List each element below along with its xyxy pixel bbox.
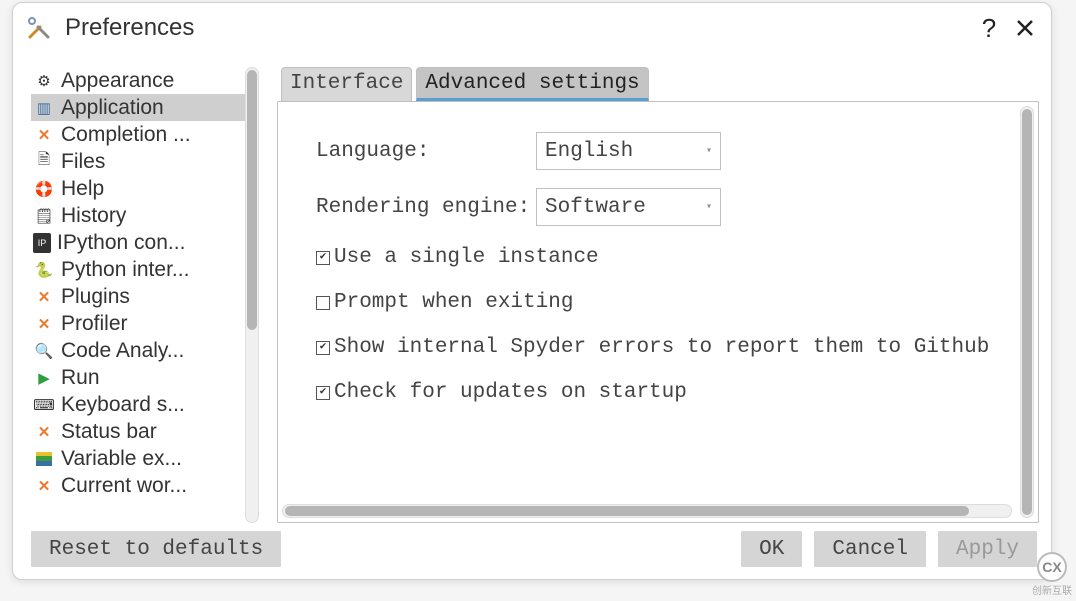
settings-panel: Language: English ▾ Rendering engine: So… <box>278 102 1016 522</box>
x-orange-icon: ✕ <box>33 422 55 442</box>
sidebar-item-profiler[interactable]: ✕ Profiler <box>31 310 245 337</box>
python-icon: 🐍 <box>33 260 55 280</box>
sidebar-item-label: Application <box>61 96 164 120</box>
chevron-down-icon: ▾ <box>706 145 712 157</box>
panel-hscrollbar[interactable] <box>282 504 1012 518</box>
sidebar-item-label: History <box>61 204 126 228</box>
sidebar-item-label: Appearance <box>61 69 174 93</box>
sidebar-item-status-bar[interactable]: ✕ Status bar <box>31 418 245 445</box>
cancel-button[interactable]: Cancel <box>814 531 926 567</box>
tabs: InterfaceAdvanced settings <box>277 67 1039 101</box>
scrollbar-thumb[interactable] <box>285 506 969 516</box>
file-icon: 🗎 <box>33 152 55 172</box>
search-icon: 🔍 <box>33 341 55 361</box>
ipython-icon: IP <box>33 233 51 253</box>
sidebar-item-ipython-con[interactable]: IP IPython con... <box>31 229 245 256</box>
rendering-label: Rendering engine: <box>316 196 536 219</box>
show-errors-label: Show internal Spyder errors to report th… <box>334 336 989 359</box>
keyboard-icon: ⌨ <box>33 395 55 415</box>
sidebar-item-run[interactable]: ▶ Run <box>31 364 245 391</box>
watermark: CX 创新互联 <box>1032 552 1072 597</box>
sidebar-item-completion[interactable]: ✕ Completion ... <box>31 121 245 148</box>
sidebar-item-variable-ex[interactable]: Variable ex... <box>31 445 245 472</box>
check-updates-checkbox[interactable] <box>316 386 330 400</box>
sidebar-item-label: Run <box>61 366 100 390</box>
tab-interface[interactable]: Interface <box>281 67 412 101</box>
sidebar-item-label: Files <box>61 150 105 174</box>
dialog-title: Preferences <box>65 14 971 42</box>
rendering-value: Software <box>545 196 646 219</box>
help-button[interactable]: ? <box>971 10 1007 46</box>
prompt-exit-label: Prompt when exiting <box>334 291 573 314</box>
ok-button[interactable]: OK <box>741 531 802 567</box>
single-instance-checkbox[interactable] <box>316 251 330 265</box>
watermark-logo-icon: CX <box>1037 552 1067 582</box>
app-icon: ▥ <box>33 98 55 118</box>
sidebar-item-history[interactable]: 🗒 History <box>31 202 245 229</box>
x-orange-icon: ✕ <box>33 476 55 496</box>
scrollbar-thumb[interactable] <box>247 70 257 330</box>
sidebar-item-python-inter[interactable]: 🐍 Python inter... <box>31 256 245 283</box>
watermark-text: 创新互联 <box>1032 582 1072 597</box>
category-sidebar: ⚙ Appearance ▥ Application ✕ Completion ... 🗎 F… <box>31 67 245 523</box>
help-icon: 🛟 <box>33 179 55 199</box>
check-updates-label: Check for updates on startup <box>334 381 687 404</box>
sidebar-item-current-wor[interactable]: ✕ Current wor... <box>31 472 245 499</box>
history-icon: 🗒 <box>33 206 55 226</box>
sidebar-item-label: IPython con... <box>57 231 185 255</box>
sidebar-item-label: Help <box>61 177 104 201</box>
sidebar-item-label: Current wor... <box>61 474 187 498</box>
sidebar-item-plugins[interactable]: ✕ Plugins <box>31 283 245 310</box>
show-errors-checkbox[interactable] <box>316 341 330 355</box>
sidebar-scrollbar[interactable] <box>245 67 259 523</box>
sidebar-item-help[interactable]: 🛟 Help <box>31 175 245 202</box>
bars-icon <box>33 449 55 469</box>
run-icon: ▶ <box>33 368 55 388</box>
language-value: English <box>545 140 633 163</box>
sidebar-item-files[interactable]: 🗎 Files <box>31 148 245 175</box>
sidebar-item-label: Plugins <box>61 285 130 309</box>
sidebar-item-label: Variable ex... <box>61 447 182 471</box>
sidebar-item-appearance[interactable]: ⚙ Appearance <box>31 67 245 94</box>
preferences-dialog: Preferences ? ⚙ Appearance ▥ Application ✕ Co… <box>12 2 1052 580</box>
apply-button[interactable]: Apply <box>938 531 1037 567</box>
close-button[interactable] <box>1007 10 1043 46</box>
language-dropdown[interactable]: English ▾ <box>536 132 721 170</box>
panel-vscrollbar[interactable] <box>1020 106 1034 518</box>
sidebar-item-label: Keyboard s... <box>61 393 185 417</box>
sidebar-item-label: Python inter... <box>61 258 189 282</box>
x-orange-icon: ✕ <box>33 287 55 307</box>
sidebar-item-keyboard-s[interactable]: ⌨ Keyboard s... <box>31 391 245 418</box>
reset-defaults-button[interactable]: Reset to defaults <box>31 531 281 567</box>
sidebar-item-label: Profiler <box>61 312 128 336</box>
prompt-exit-checkbox[interactable] <box>316 296 330 310</box>
titlebar: Preferences ? <box>13 3 1051 59</box>
tools-icon <box>25 14 53 42</box>
x-orange-icon: ✕ <box>33 314 55 334</box>
x-orange-icon: ✕ <box>33 125 55 145</box>
single-instance-label: Use a single instance <box>334 246 599 269</box>
rendering-dropdown[interactable]: Software ▾ <box>536 188 721 226</box>
sidebar-item-label: Code Analy... <box>61 339 184 363</box>
language-label: Language: <box>316 140 536 163</box>
scrollbar-thumb[interactable] <box>1022 109 1032 515</box>
gear-icon: ⚙ <box>33 71 55 91</box>
tab-advanced-settings[interactable]: Advanced settings <box>416 67 648 101</box>
sidebar-item-label: Status bar <box>61 420 157 444</box>
chevron-down-icon: ▾ <box>706 201 712 213</box>
sidebar-item-label: Completion ... <box>61 123 191 147</box>
sidebar-item-code-analy[interactable]: 🔍 Code Analy... <box>31 337 245 364</box>
sidebar-item-application[interactable]: ▥ Application <box>31 94 245 121</box>
